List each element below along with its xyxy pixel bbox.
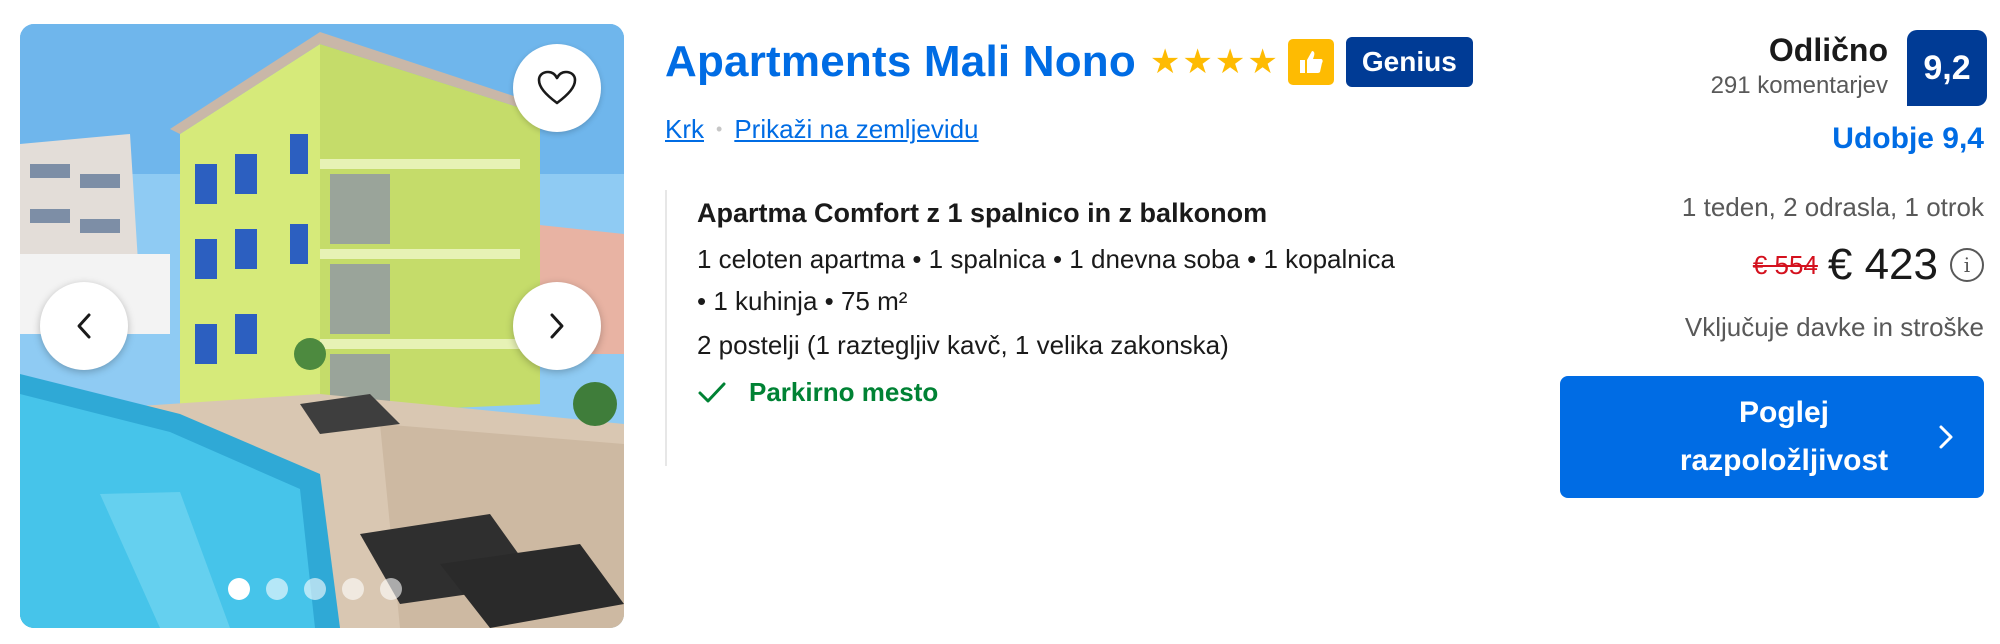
- checkmark-icon: [698, 382, 726, 402]
- price-row: € 554 € 423 i: [1753, 240, 1984, 290]
- review-score-badge[interactable]: 9,2: [1907, 30, 1987, 106]
- star-icon: ★: [1247, 43, 1278, 81]
- pagination-dot[interactable]: [266, 578, 288, 600]
- info-icon[interactable]: i: [1950, 248, 1984, 282]
- stay-details: 1 teden, 2 odrasla, 1 otrok: [1681, 192, 1984, 222]
- thumbs-up-icon: [1287, 39, 1334, 85]
- property-photo[interactable]: [20, 24, 624, 628]
- parking-label: Parkirno mesto: [749, 377, 939, 407]
- pagination-dot[interactable]: [304, 578, 326, 600]
- show-on-map-link[interactable]: Prikaži na zemljevidu: [734, 114, 978, 145]
- star-rating: ★ ★ ★ ★: [1150, 45, 1278, 79]
- chevron-right-icon: [550, 313, 564, 339]
- room-title: Apartma Comfort z 1 spalnico in z balkon…: [697, 198, 1268, 228]
- chevron-right-icon: [1939, 425, 1953, 449]
- see-availability-button[interactable]: Poglej razpoložljivost: [1560, 376, 1984, 498]
- review-count: 291 komentarjev: [1710, 72, 1888, 99]
- room-features-continued: • 1 kuhinja • 75 m²: [697, 286, 908, 316]
- photo-pagination: [228, 578, 402, 600]
- property-name-link[interactable]: Apartments Mali Nono: [665, 37, 1136, 87]
- bed-info: 2 postelji (1 raztegljiv kavč, 1 velika …: [697, 330, 1229, 360]
- room-info: Apartma Comfort z 1 spalnico in z balkon…: [665, 190, 1515, 466]
- original-price: € 554: [1752, 249, 1818, 280]
- review-summary[interactable]: Odlično 291 komentarjev: [1711, 30, 1888, 100]
- heart-icon: [537, 70, 577, 105]
- next-photo-button[interactable]: [513, 282, 601, 370]
- star-icon: ★: [1214, 43, 1246, 81]
- pagination-dot[interactable]: [380, 578, 402, 600]
- pagination-dot[interactable]: [342, 578, 364, 600]
- room-features: 1 celoten apartma • 1 spalnica • 1 dnevn…: [697, 244, 1395, 274]
- previous-photo-button[interactable]: [40, 282, 128, 370]
- parking-feature: Parkirno mesto: [697, 377, 1515, 408]
- pagination-dot[interactable]: [228, 578, 250, 600]
- location-row: Krk • Prikaži na zemljevidu: [665, 114, 979, 145]
- current-price: € 423: [1827, 240, 1938, 289]
- chevron-left-icon: [77, 313, 91, 339]
- taxes-note: Vključuje davke in stroške: [1684, 312, 1984, 342]
- favorite-button[interactable]: [513, 44, 601, 132]
- genius-badge: Genius: [1345, 37, 1473, 87]
- title-row: Apartments Mali Nono ★ ★ ★ ★ Genius: [665, 32, 1473, 92]
- comfort-score: Udobje 9,4: [1832, 122, 1984, 155]
- see-availability-label: Poglej razpoložljivost: [1679, 396, 1889, 477]
- star-icon: ★: [1182, 43, 1213, 81]
- review-word: Odlično: [1768, 32, 1888, 68]
- separator-dot: •: [716, 119, 723, 139]
- location-link[interactable]: Krk: [665, 114, 704, 145]
- star-icon: ★: [1149, 43, 1181, 81]
